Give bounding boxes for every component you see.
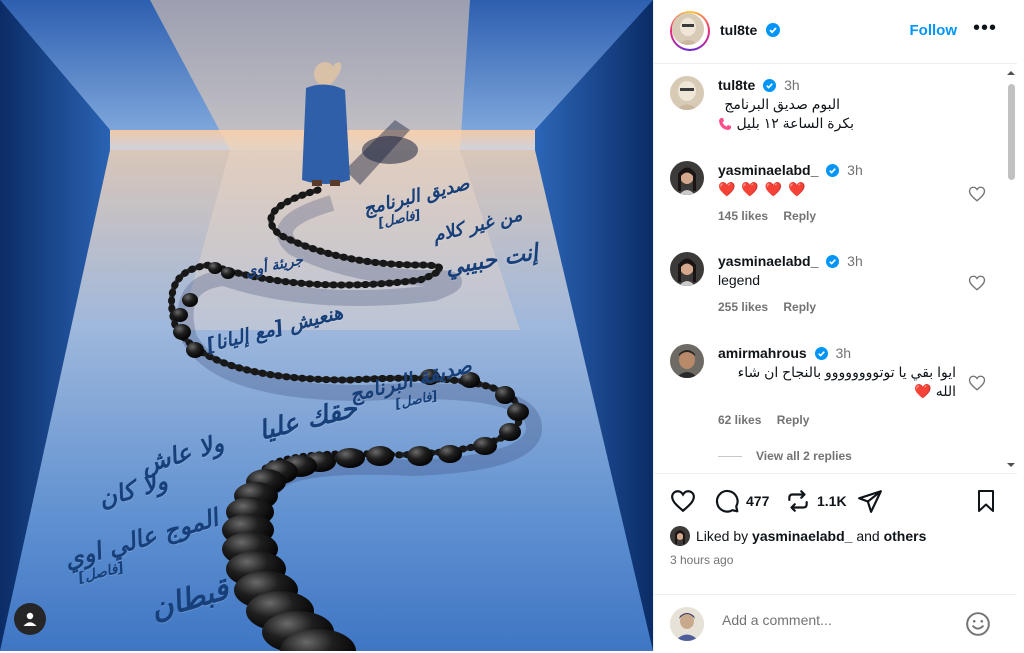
send-icon <box>858 490 882 513</box>
comment-text: legend <box>718 272 761 288</box>
author-avatar[interactable] <box>672 13 704 45</box>
instagram-post-view: صديق البرنامج [فاصل] من غير كلام إنت حبي… <box>0 0 1024 651</box>
verified-badge-icon <box>765 23 780 37</box>
comment-button[interactable]: 477 <box>714 488 769 514</box>
author-avatar-ring[interactable] <box>670 11 710 51</box>
comment-likes[interactable]: 255 likes <box>718 300 768 314</box>
verified-badge-icon <box>826 164 840 177</box>
repost-icon <box>788 490 808 512</box>
comments-count: 477 <box>746 493 770 509</box>
repost-button[interactable]: 1.1K <box>785 488 847 514</box>
heart-icon <box>671 490 695 513</box>
commenter-avatar[interactable] <box>670 161 704 195</box>
liked-by-row: Liked by yasminaelabd_ and others <box>670 526 926 546</box>
comment-time[interactable]: 3h <box>847 253 863 269</box>
reply-button[interactable]: Reply <box>783 300 816 314</box>
liked-by-and: and <box>856 528 880 544</box>
tagged-users-button[interactable] <box>14 603 46 635</box>
comments-list[interactable]: tul8te 3h البوم صديق البرنامج بكرة الساع… <box>654 64 1009 472</box>
reply-button[interactable]: Reply <box>783 209 816 223</box>
comment-text: ايوا بقي يا توتوووووووو بالنجاح ان شاء ا… <box>737 364 956 399</box>
liked-by-others[interactable]: others <box>884 528 927 544</box>
comment-bubble-icon <box>715 489 739 513</box>
comment-likes[interactable]: 62 likes <box>718 413 761 427</box>
emoji-icon[interactable] <box>965 611 991 637</box>
caption-line-2: بكرة الساعة ١٢ بليل <box>736 115 854 131</box>
share-button[interactable] <box>857 488 883 514</box>
telephone-icon <box>719 117 732 130</box>
author-username[interactable]: tul8te <box>720 22 757 38</box>
comments-scrollbar[interactable] <box>1005 64 1017 472</box>
post-image[interactable]: صديق البرنامج [فاصل] من غير كلام إنت حبي… <box>0 0 653 651</box>
comment-item: yasminaelabd_ 3h legend 255 likes Reply <box>670 252 1000 332</box>
commenter-username[interactable]: amirmahrous <box>718 345 807 361</box>
commenter-username[interactable]: yasminaelabd_ <box>718 253 818 269</box>
like-comment-heart-icon[interactable] <box>968 374 986 392</box>
caption-line-1: البوم صديق البرنامج <box>724 96 840 112</box>
verified-badge-icon <box>814 347 828 360</box>
scroll-down-arrow-icon[interactable] <box>1005 460 1017 470</box>
liked-by-user[interactable]: yasminaelabd_ <box>752 528 852 544</box>
add-comment-bar <box>654 594 1017 653</box>
comment-text: ❤️ ❤️ ❤️ ❤️ <box>718 181 807 197</box>
post-time-ago[interactable]: 3 hours ago <box>670 553 733 567</box>
caption-username[interactable]: tul8te <box>718 77 755 93</box>
caption-time[interactable]: 3h <box>784 77 800 93</box>
comment-item: yasminaelabd_ 3h ❤️ ❤️ ❤️ ❤️ 145 likes R… <box>670 161 1000 241</box>
post-header: tul8te Follow ••• <box>654 0 1017 64</box>
commenter-username[interactable]: yasminaelabd_ <box>718 162 818 178</box>
author-name-row: tul8te <box>720 22 780 40</box>
comment-time[interactable]: 3h <box>847 162 863 178</box>
caption-avatar[interactable] <box>670 76 704 110</box>
liked-by-prefix: Liked by <box>696 528 749 544</box>
more-horizontal-icon[interactable]: ••• <box>973 18 997 38</box>
comment-input[interactable] <box>720 611 954 629</box>
follow-button[interactable]: Follow <box>910 22 958 39</box>
commenter-avatar[interactable] <box>670 252 704 286</box>
commenter-avatar[interactable] <box>670 344 704 378</box>
verified-badge-icon <box>826 255 840 268</box>
post-actions: 477 1.1K Liked by yasminaelabd_ and othe… <box>654 473 1017 652</box>
caption-line-2-row: بكرة الساعة ١٢ بليل <box>718 114 854 133</box>
scrollbar-thumb[interactable] <box>1008 84 1015 180</box>
liker-avatar[interactable] <box>670 526 690 546</box>
reply-button[interactable]: Reply <box>777 413 810 427</box>
comment-item: amirmahrous 3h ايوا بقي يا توتوووووووو ب… <box>670 344 1000 444</box>
view-replies-button[interactable]: View all 2 replies <box>718 449 852 463</box>
like-comment-heart-icon[interactable] <box>968 185 986 203</box>
comment-time[interactable]: 3h <box>835 345 851 361</box>
like-comment-heart-icon[interactable] <box>968 274 986 292</box>
bookmark-icon <box>978 490 994 512</box>
verified-badge-icon <box>763 79 777 92</box>
scroll-up-arrow-icon[interactable] <box>1005 68 1017 78</box>
like-button[interactable] <box>670 488 696 514</box>
current-user-avatar <box>670 607 704 641</box>
user-tag-icon <box>23 612 37 626</box>
post-side-panel: tul8te Follow ••• tul8te 3h البوم صديق ا… <box>653 0 1017 651</box>
comment-likes[interactable]: 145 likes <box>718 209 768 223</box>
reposts-count: 1.1K <box>817 493 847 509</box>
save-button[interactable] <box>974 488 998 514</box>
